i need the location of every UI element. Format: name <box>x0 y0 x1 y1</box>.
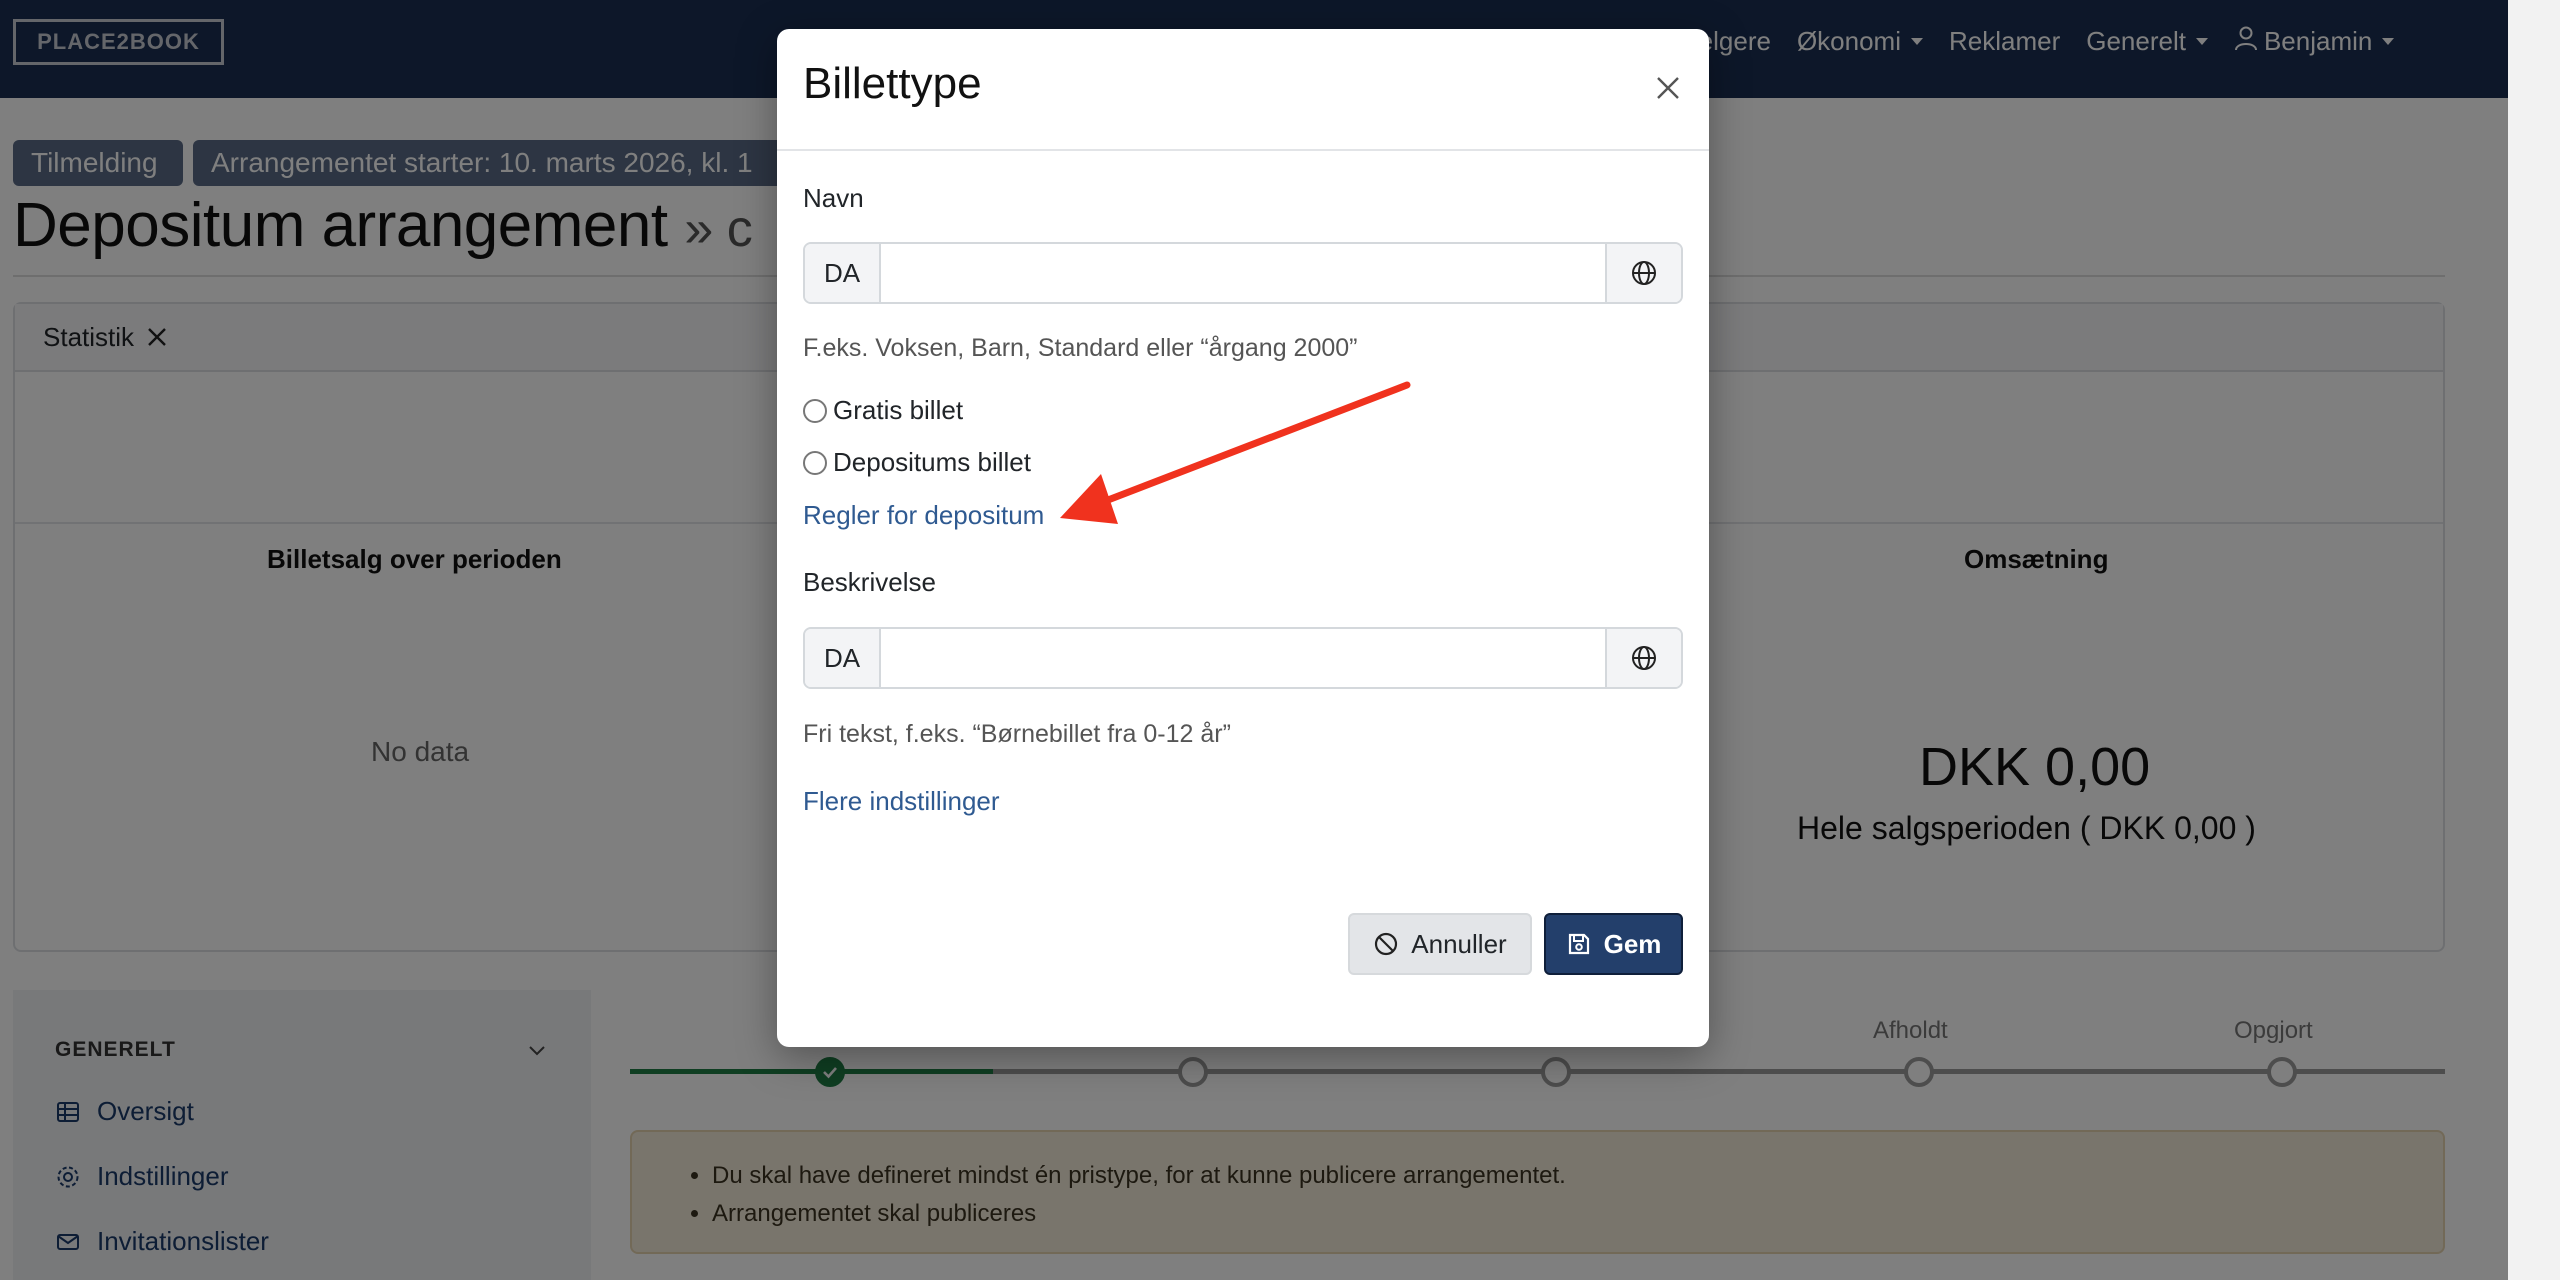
name-input-group: DA <box>803 242 1683 304</box>
deposit-ticket-radio[interactable] <box>803 450 827 475</box>
modal-title: Billettype <box>803 59 982 108</box>
free-ticket-label: Gratis billet <box>833 395 964 425</box>
description-help-text: Fri tekst, f.eks. “Børnebillet fra 0-12 … <box>803 720 1231 748</box>
description-label: Beskrivelse <box>803 567 936 597</box>
language-prefix: DA <box>805 244 881 302</box>
deposit-ticket-option[interactable]: Depositums billet <box>803 447 1031 478</box>
free-ticket-radio[interactable] <box>803 398 827 423</box>
window-gutter <box>2508 0 2560 1280</box>
cancel-button[interactable]: Annuller <box>1348 913 1532 975</box>
close-icon[interactable] <box>1649 69 1687 107</box>
more-settings-link[interactable]: Flere indstillinger <box>803 786 1000 817</box>
deposit-rules-link[interactable]: Regler for depositum <box>803 500 1044 531</box>
language-prefix: DA <box>805 629 881 687</box>
description-input[interactable] <box>881 629 1605 687</box>
ticket-type-modal: Billettype Navn DA F.eks. Voksen, Barn, … <box>777 29 1709 1047</box>
deposit-ticket-label: Depositums billet <box>833 447 1031 477</box>
floppy-disk-icon <box>1568 933 1589 955</box>
save-button[interactable]: Gem <box>1544 913 1683 975</box>
globe-icon <box>1632 261 1656 285</box>
description-input-group: DA <box>803 627 1683 689</box>
modal-header: Billettype <box>777 29 1709 151</box>
translate-button[interactable] <box>1605 629 1681 687</box>
name-input[interactable] <box>881 244 1605 302</box>
ban-icon <box>1375 932 1398 956</box>
globe-icon <box>1632 646 1656 670</box>
name-help-text: F.eks. Voksen, Barn, Standard eller “årg… <box>803 334 1358 362</box>
free-ticket-option[interactable]: Gratis billet <box>803 395 963 426</box>
translate-button[interactable] <box>1605 244 1681 302</box>
name-label: Navn <box>803 183 864 213</box>
